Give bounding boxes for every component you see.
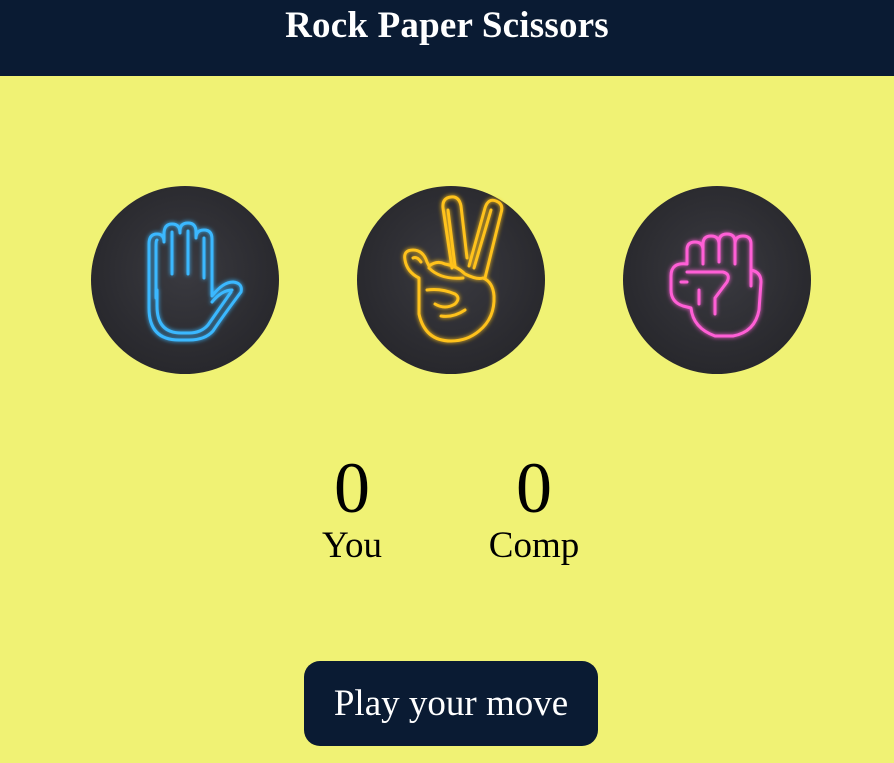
app-header: Rock Paper Scissors: [0, 0, 894, 76]
page-title: Rock Paper Scissors: [285, 5, 609, 46]
computer-score-label: Comp: [488, 525, 580, 566]
user-score-label: You: [321, 525, 383, 566]
user-score-value: 0: [334, 448, 370, 528]
peace-hand-icon: [403, 195, 504, 343]
open-hand-icon: [147, 221, 243, 342]
scissors-choice-button[interactable]: [357, 186, 545, 374]
fist-icon: [669, 232, 763, 338]
computer-score-value: 0: [516, 448, 552, 528]
rock-choice-button[interactable]: [623, 186, 811, 374]
user-score: 0 You: [272, 450, 432, 566]
paper-choice-button[interactable]: [91, 186, 279, 374]
computer-score: 0 Comp: [454, 450, 614, 566]
play-move-button[interactable]: Play your move: [304, 661, 598, 746]
